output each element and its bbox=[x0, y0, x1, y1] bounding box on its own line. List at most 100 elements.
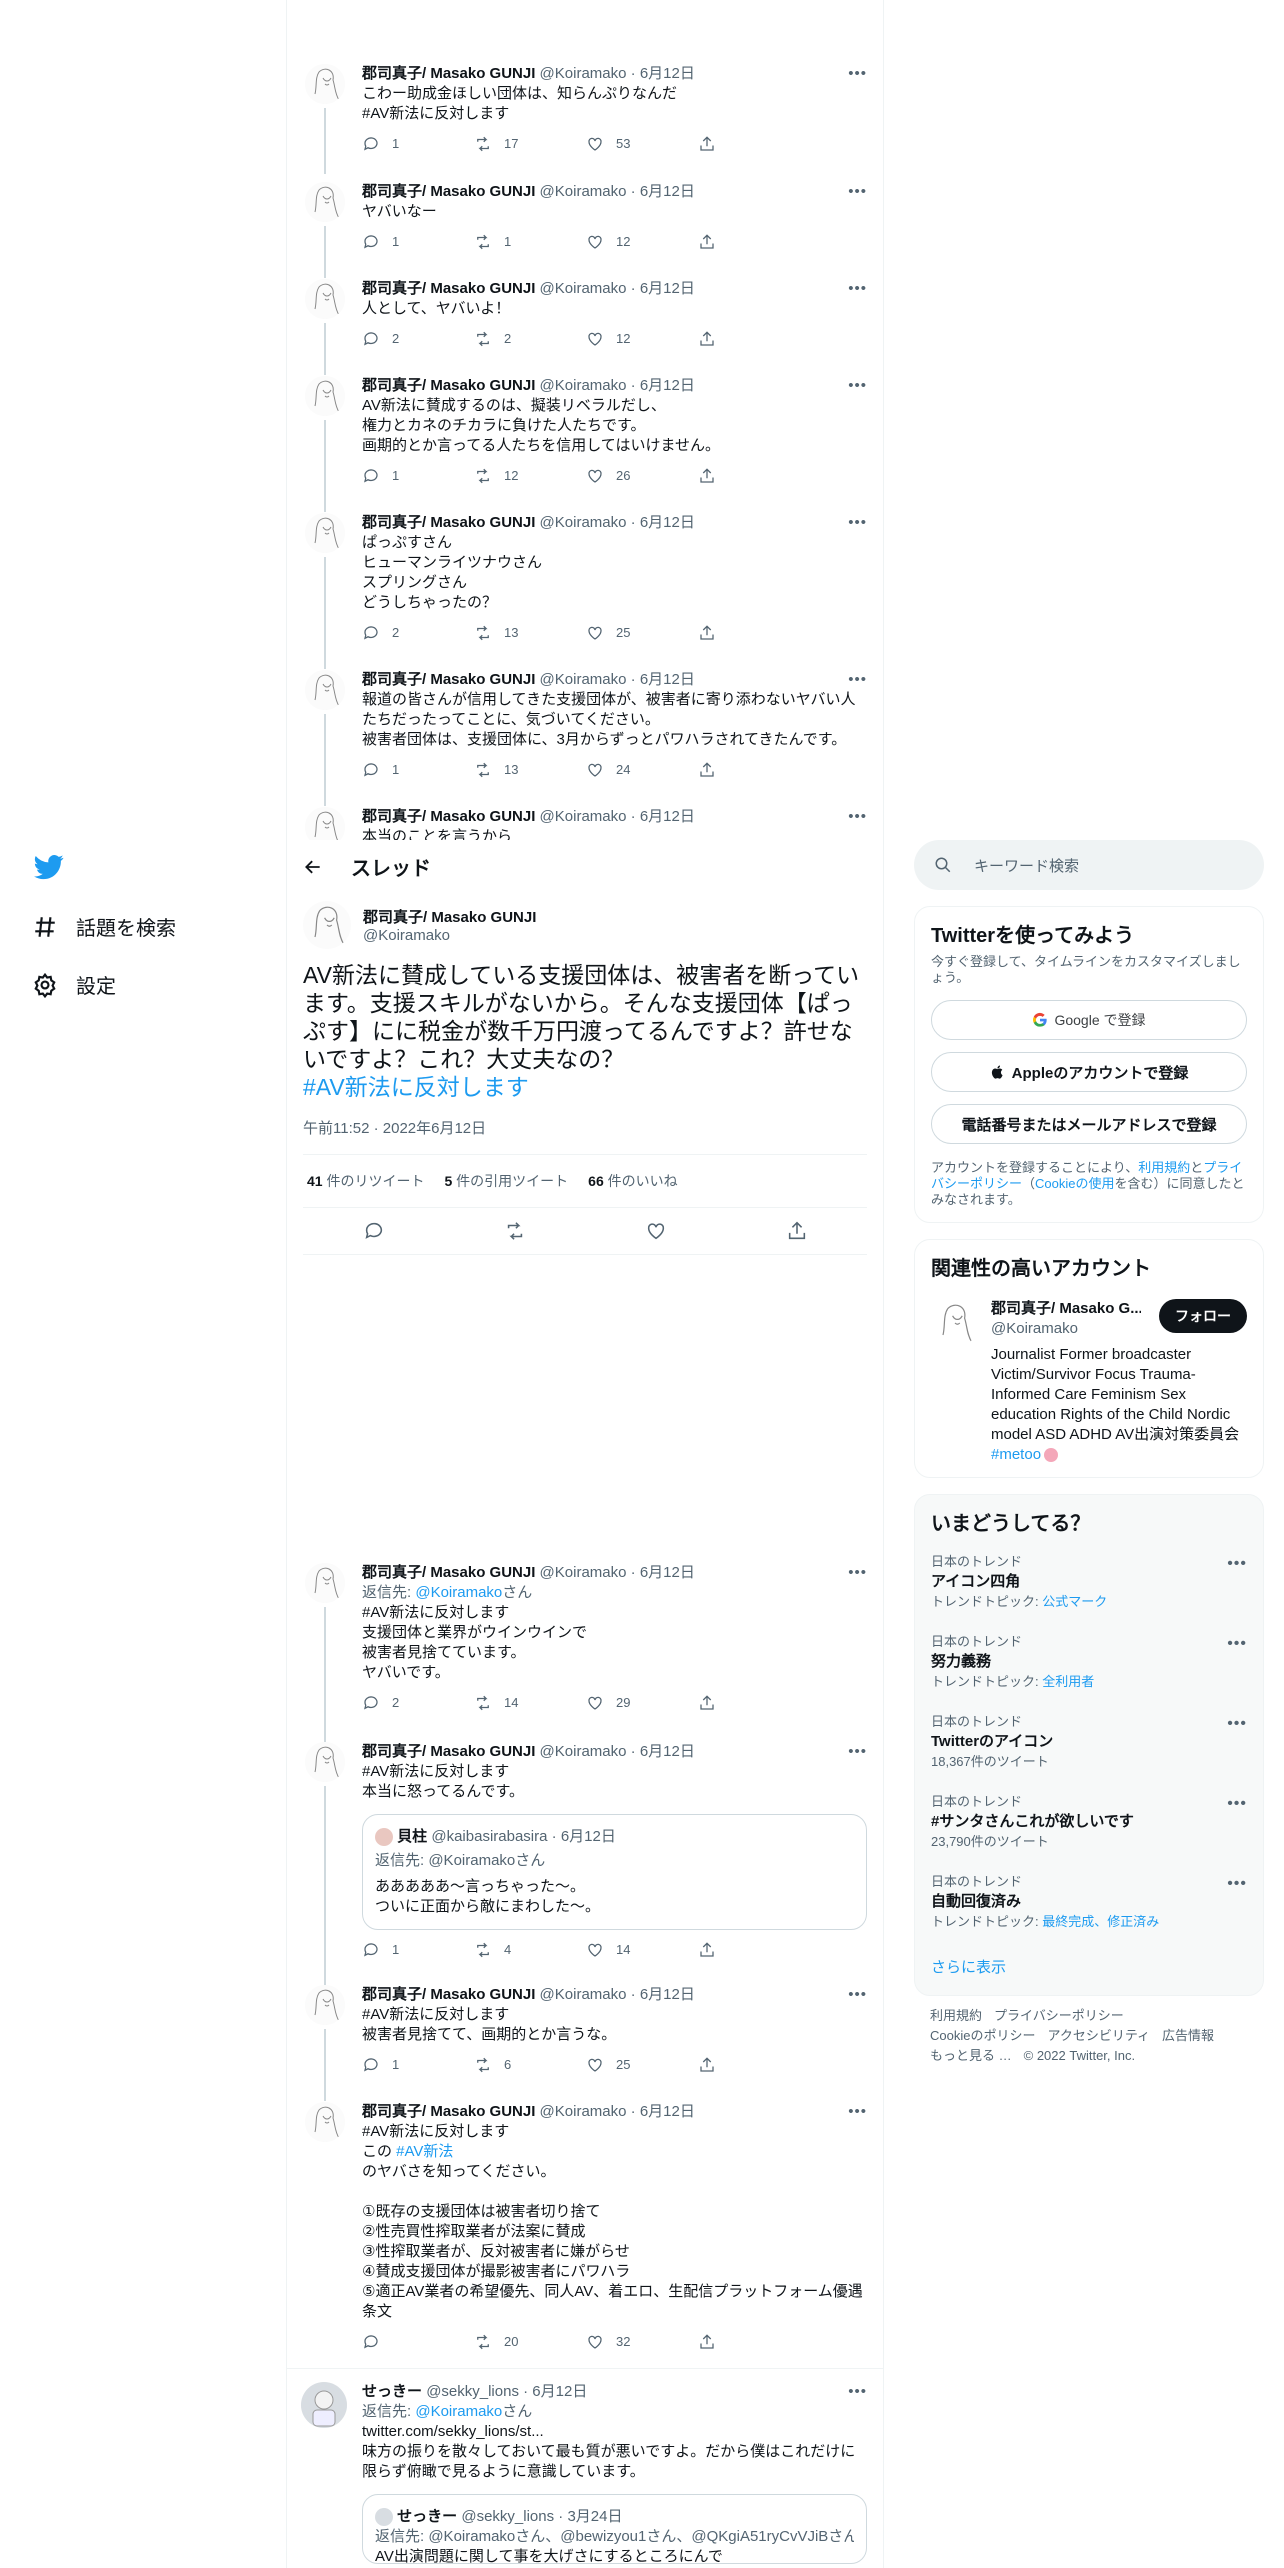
footer-more-link[interactable]: もっと見る … bbox=[930, 2048, 1012, 2063]
hashtag-link[interactable]: #AV新法に反対します bbox=[362, 2005, 867, 2025]
trend-topic-link[interactable]: 最終完成、修正済み bbox=[1042, 1914, 1159, 1929]
retweet-button[interactable]: 12 bbox=[474, 466, 574, 486]
quote-avatar[interactable] bbox=[375, 2508, 393, 2527]
reply-button[interactable]: 1 bbox=[362, 232, 462, 252]
quote-avatar[interactable] bbox=[375, 1828, 393, 1847]
related-account[interactable]: 郡司真子/ Masako G... @Koiramako Journalist … bbox=[915, 1287, 1263, 1477]
author-name[interactable]: 郡司真子/ Masako GUNJI bbox=[362, 808, 535, 825]
tweet-link[interactable]: twitter.com/sekky_lions/st... bbox=[362, 2422, 867, 2442]
more-icon[interactable]: ••• bbox=[848, 182, 867, 202]
reply-button[interactable]: 1 bbox=[362, 2055, 462, 2075]
phone-signup-button[interactable]: 電話番号またはメールアドレスで登録 bbox=[931, 1104, 1247, 1144]
tweet-date[interactable]: 6月12日 bbox=[532, 2383, 587, 2400]
more-icon[interactable]: ••• bbox=[848, 1563, 867, 1583]
author-handle[interactable]: @Koiramako bbox=[540, 377, 627, 394]
more-icon[interactable]: ••• bbox=[848, 807, 867, 827]
quotes-stat[interactable]: 5 件の引用ツイート bbox=[444, 1171, 568, 1191]
back-arrow-icon[interactable] bbox=[303, 857, 323, 877]
avatar[interactable] bbox=[305, 513, 345, 553]
tweet-date[interactable]: 6月12日 bbox=[640, 1564, 695, 1581]
apple-signup-button[interactable]: Appleのアカウントで登録 bbox=[931, 1052, 1247, 1092]
more-icon[interactable]: ••• bbox=[1227, 1874, 1247, 1894]
heart-icon[interactable] bbox=[645, 1220, 667, 1242]
trend-topic-link[interactable]: 公式マーク bbox=[1042, 1594, 1107, 1609]
reply-to-link[interactable]: @Koiramako bbox=[415, 2403, 502, 2420]
reply-button[interactable]: 1 bbox=[362, 466, 462, 486]
author-name[interactable]: 郡司真子/ Masako GUNJI bbox=[362, 183, 535, 200]
quote-author-name[interactable]: 貝柱 bbox=[397, 1828, 427, 1845]
tweet-date[interactable]: 6月12日 bbox=[640, 1743, 695, 1760]
related-name[interactable]: 郡司真子/ Masako G... bbox=[991, 1299, 1141, 1319]
share-button[interactable] bbox=[698, 2332, 798, 2352]
like-button[interactable]: 32 bbox=[586, 2332, 686, 2352]
avatar[interactable] bbox=[305, 182, 345, 222]
tweet-date[interactable]: 6月12日 bbox=[640, 1986, 695, 2003]
related-hashtag[interactable]: #metoo bbox=[991, 1446, 1041, 1463]
author-name[interactable]: 郡司真子/ Masako GUNJI bbox=[362, 2103, 535, 2120]
author-name[interactable]: 郡司真子/ Masako GUNJI bbox=[362, 514, 535, 531]
share-button[interactable] bbox=[698, 2055, 798, 2075]
tweet[interactable]: 郡司真子/ Masako GUNJI @Koiramako · 6月12日 ••… bbox=[287, 64, 883, 174]
avatar[interactable] bbox=[301, 2382, 347, 2428]
hashtag-link[interactable]: #AV新法に反対します bbox=[362, 1762, 867, 1782]
author-handle[interactable]: @Koiramako bbox=[540, 1743, 627, 1760]
author-name[interactable]: 郡司真子/ Masako GUNJI bbox=[362, 671, 535, 688]
related-avatar[interactable] bbox=[931, 1299, 979, 1347]
author-handle[interactable]: @Koiramako bbox=[540, 65, 627, 82]
trend-item[interactable]: 日本のトレンド 努力義務 トレンドトピック: 全利用者 ••• bbox=[915, 1622, 1263, 1702]
more-icon[interactable]: ••• bbox=[1227, 1794, 1247, 1814]
google-signup-button[interactable]: Google で登録 bbox=[931, 1000, 1247, 1040]
retweet-button[interactable]: 2 bbox=[474, 329, 574, 349]
share-button[interactable] bbox=[698, 232, 798, 252]
retweets-stat[interactable]: 41 件のリツイート bbox=[307, 1171, 424, 1191]
main-hashtag-link[interactable]: #AV新法に反対します bbox=[303, 1074, 529, 1100]
tweet-date[interactable]: 6月12日 bbox=[640, 183, 695, 200]
author-handle[interactable]: @Koiramako bbox=[540, 2103, 627, 2120]
author-handle[interactable]: @Koiramako bbox=[540, 183, 627, 200]
avatar[interactable] bbox=[305, 64, 345, 104]
likes-stat[interactable]: 66 件のいいね bbox=[588, 1171, 677, 1191]
tweet-date[interactable]: 6月12日 bbox=[640, 2103, 695, 2120]
avatar[interactable] bbox=[305, 2102, 345, 2142]
retweet-button[interactable]: 13 bbox=[474, 623, 574, 643]
footer-terms-link[interactable]: 利用規約 bbox=[930, 2008, 982, 2023]
tweet-date[interactable]: 6月12日 bbox=[640, 671, 695, 688]
more-icon[interactable]: ••• bbox=[848, 279, 867, 299]
author-handle[interactable]: @Koiramako bbox=[540, 280, 627, 297]
like-button[interactable]: 12 bbox=[586, 329, 686, 349]
twitter-logo-icon[interactable] bbox=[34, 852, 64, 882]
more-icon[interactable]: ••• bbox=[848, 1985, 867, 2005]
more-icon[interactable]: ••• bbox=[848, 2102, 867, 2122]
reply-to-link[interactable]: @Koiramako bbox=[415, 1584, 502, 1601]
footer-accessibility-link[interactable]: アクセシビリティ bbox=[1047, 2028, 1150, 2043]
reply-button[interactable]: 1 bbox=[362, 760, 462, 780]
nav-explore[interactable]: 話題を検索 bbox=[32, 912, 176, 941]
author-handle[interactable]: @Koiramako bbox=[540, 1986, 627, 2003]
like-button[interactable]: 12 bbox=[586, 232, 686, 252]
follow-button[interactable]: フォロー bbox=[1159, 1299, 1247, 1333]
footer-ads-link[interactable]: 広告情報 bbox=[1162, 2028, 1214, 2043]
retweet-button[interactable]: 13 bbox=[474, 760, 574, 780]
reply-button[interactable]: 2 bbox=[362, 623, 462, 643]
author-name[interactable]: 郡司真子/ Masako GUNJI bbox=[362, 65, 535, 82]
retweet-icon[interactable] bbox=[504, 1220, 526, 1242]
retweet-button[interactable]: 14 bbox=[474, 1693, 574, 1713]
footer-cookie-link[interactable]: Cookieのポリシー bbox=[930, 2028, 1035, 2043]
like-button[interactable]: 24 bbox=[586, 760, 686, 780]
terms-link[interactable]: 利用規約 bbox=[1138, 1160, 1190, 1175]
author-handle[interactable]: @Koiramako bbox=[540, 514, 627, 531]
inline-hashtag-link[interactable]: #AV新法 bbox=[396, 2143, 453, 2160]
author-handle[interactable]: @Koiramako bbox=[540, 808, 627, 825]
author-name[interactable]: 郡司真子/ Masako GUNJI bbox=[362, 1743, 535, 1760]
share-button[interactable] bbox=[698, 466, 798, 486]
quote-author-name[interactable]: せっきー bbox=[397, 2508, 457, 2525]
trend-topic-link[interactable]: 全利用者 bbox=[1042, 1674, 1094, 1689]
author-name[interactable]: 郡司真子/ Masako GUNJI bbox=[362, 1564, 535, 1581]
share-button[interactable] bbox=[698, 134, 798, 154]
tweet-date[interactable]: 6月12日 bbox=[640, 514, 695, 531]
reply-button[interactable]: 1 bbox=[362, 1940, 462, 1960]
retweet-button[interactable]: 1 bbox=[474, 232, 574, 252]
trend-item[interactable]: 日本のトレンド #サンタさんこれが欲しいです 23,790件のツイート ••• bbox=[915, 1782, 1263, 1862]
more-icon[interactable]: ••• bbox=[848, 2382, 867, 2402]
avatar[interactable] bbox=[305, 1563, 345, 1603]
